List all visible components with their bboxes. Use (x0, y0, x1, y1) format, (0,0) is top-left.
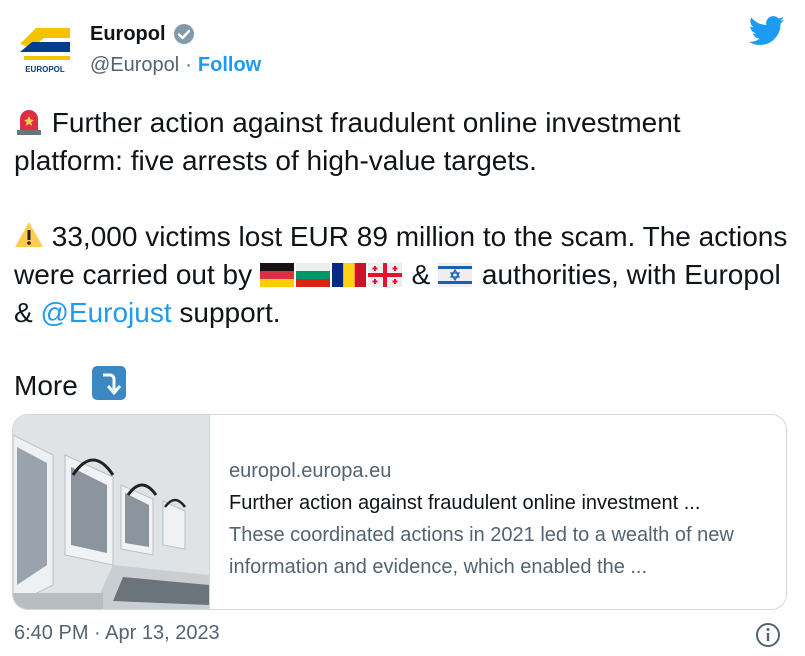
author-name-row: Europol (90, 22, 196, 46)
card-thumbnail-image[interactable] (13, 415, 210, 609)
arrow-down-icon (91, 366, 126, 400)
police-light-icon (17, 110, 41, 135)
author-name[interactable]: Europol (90, 23, 166, 46)
germany-flag-icon (259, 263, 294, 287)
tweet-line-2-and: & (403, 259, 439, 290)
twitter-bird-icon[interactable] (749, 16, 785, 46)
tweet-line-2-end: support. (171, 297, 281, 328)
georgia-flag-icon (367, 263, 402, 287)
tweet-header: EUROPOL Europol @Europol · Follow (14, 14, 791, 80)
israel-flag-icon (438, 263, 473, 287)
info-icon[interactable] (755, 622, 781, 648)
europol-logo[interactable]: EUROPOL (14, 16, 76, 78)
bulgaria-flag-icon (295, 263, 330, 287)
card-description: These coordinated actions in 2021 led to… (229, 524, 734, 578)
more-label: More (14, 370, 78, 401)
handle-row: @Europol · Follow (90, 54, 261, 77)
card-domain: europol.europa.eu (229, 460, 392, 482)
tweet-timestamp[interactable]: 6:40 PM · Apr 13, 2023 (14, 622, 220, 645)
warning-icon (15, 222, 43, 247)
card-text-block: europol.europa.eu Further action against… (229, 455, 769, 583)
eurojust-mention-link[interactable]: @Eurojust (40, 297, 171, 328)
author-handle[interactable]: @Europol (90, 54, 179, 77)
follow-button[interactable]: Follow (198, 54, 261, 77)
link-preview-card[interactable]: europol.europa.eu Further action against… (12, 414, 787, 610)
separator-dot: · (185, 54, 192, 76)
svg-text:EUROPOL: EUROPOL (25, 65, 65, 74)
tweet-text: Further action against fraudulent online… (14, 104, 791, 405)
romania-flag-icon (331, 263, 366, 287)
verified-badge-icon (173, 24, 194, 44)
tweet-paragraph-1: Further action against fraudulent online… (14, 104, 791, 180)
tweet-line-1: Further action against fraudulent online… (14, 107, 681, 176)
card-title[interactable]: Further action against fraudulent online… (229, 487, 769, 519)
more-row: More (14, 366, 791, 405)
tweet-paragraph-2: 33,000 victims lost EUR 89 million to th… (14, 218, 791, 332)
